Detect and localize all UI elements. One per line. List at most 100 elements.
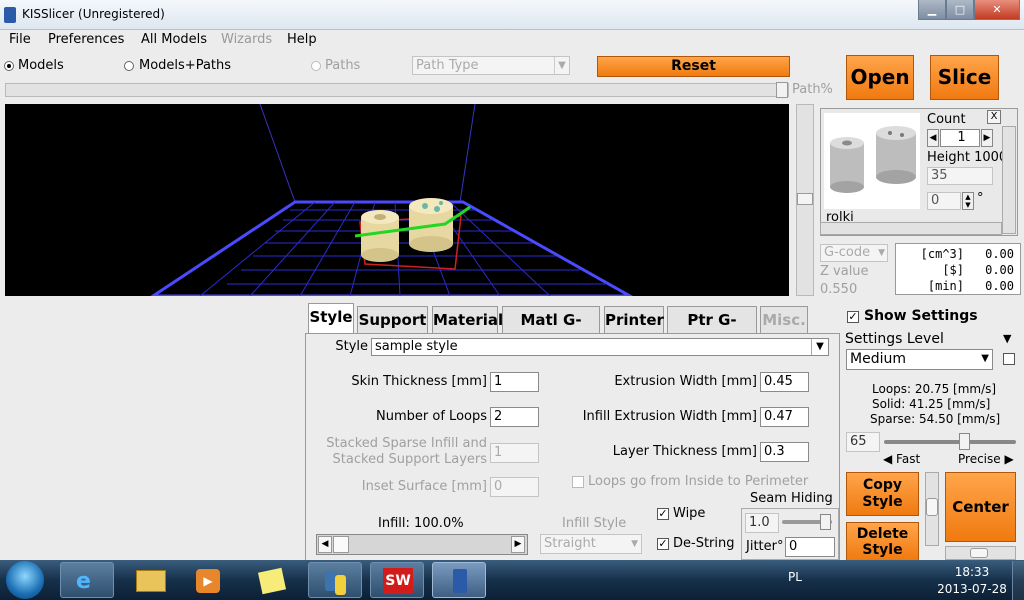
models-paths-radio[interactable] xyxy=(124,61,134,71)
clock-time[interactable]: 18:33 xyxy=(942,565,1002,579)
chevron-down-icon: ▼ xyxy=(631,539,638,549)
tab-style[interactable]: Style xyxy=(308,303,354,334)
inset-surface-input[interactable]: 0 xyxy=(490,477,539,497)
delete-style-button[interactable]: Delete Style xyxy=(846,522,919,560)
collapse-arrow-icon[interactable]: ▼ xyxy=(1003,332,1011,345)
copy-style-label-1: Copy xyxy=(862,477,903,493)
infill-left-arrow[interactable]: ◀ xyxy=(318,536,332,553)
loops-speed-text: Loops: 20.75 [mm/s] xyxy=(872,382,997,396)
tab-ptr-gcode[interactable]: Ptr G-code xyxy=(667,306,757,356)
gcode-select[interactable]: G-code ▼ xyxy=(820,244,888,262)
speed-slider-thumb[interactable] xyxy=(959,433,970,450)
path-slider[interactable] xyxy=(5,83,789,97)
speed-value-input[interactable]: 65 xyxy=(846,432,880,452)
cost-unit: [$] xyxy=(942,263,964,277)
menu-help[interactable]: Help xyxy=(287,32,317,47)
models-paths-radio-label: Models+Paths xyxy=(139,58,232,73)
media-player-icon[interactable]: ▶ xyxy=(182,562,236,598)
python-icon[interactable] xyxy=(308,562,362,598)
model-thumbnail[interactable] xyxy=(824,113,920,209)
seam-slider-thumb[interactable] xyxy=(820,514,831,530)
copy-style-button[interactable]: Copy Style xyxy=(846,472,919,516)
infill-right-arrow[interactable]: ▶ xyxy=(511,536,525,553)
close-button[interactable]: ✕ xyxy=(974,0,1020,20)
internet-explorer-icon[interactable]: e xyxy=(60,562,114,598)
path-slider-thumb[interactable] xyxy=(776,82,788,98)
infill-scroll-thumb[interactable] xyxy=(333,536,349,553)
window-title: KISSlicer (Unregistered) xyxy=(22,7,165,21)
file-explorer-icon[interactable] xyxy=(124,562,178,598)
destring-label: De-String xyxy=(673,536,735,551)
rotation-input[interactable]: 0 xyxy=(927,192,961,210)
z-value-label: Z value xyxy=(820,264,869,279)
speed-slider[interactable] xyxy=(884,440,1016,444)
infill-style-select[interactable]: Straight ▼ xyxy=(540,534,642,554)
solidworks-icon[interactable]: SW xyxy=(370,562,424,598)
show-settings-label: Show Settings xyxy=(864,308,978,324)
slice-button-label: Slice xyxy=(937,65,992,89)
jitter-input[interactable]: 0 xyxy=(785,537,835,557)
show-settings-checkbox[interactable]: ✓ xyxy=(847,311,859,323)
count-increment-button[interactable]: ▶ xyxy=(981,129,993,147)
settings-extra-checkbox[interactable] xyxy=(1003,353,1015,365)
stacked-infill-input[interactable]: 1 xyxy=(490,443,539,463)
infill-style-label: Infill Style xyxy=(562,516,627,531)
tab-printer[interactable]: Printer xyxy=(604,306,664,334)
estimate-box: [cm^3] 0.00 [$] 0.00 [min] 0.00 xyxy=(895,243,1021,295)
wipe-checkbox[interactable]: ✓ xyxy=(657,508,669,520)
seam-hiding-label: Seam Hiding xyxy=(750,491,833,506)
number-of-loops-input[interactable]: 2 xyxy=(490,407,539,427)
models-radio[interactable] xyxy=(4,61,14,71)
kisslicer-taskbar-icon[interactable] xyxy=(432,562,486,598)
menu-preferences[interactable]: Preferences xyxy=(48,32,124,47)
rotation-spinner[interactable]: ▲ ▼ xyxy=(962,192,974,210)
extrusion-width-input[interactable]: 0.45 xyxy=(760,372,809,392)
open-button[interactable]: Open xyxy=(846,55,914,100)
minimize-button[interactable]: ▁ xyxy=(918,0,946,20)
count-decrement-button[interactable]: ◀ xyxy=(927,129,939,147)
remove-model-button[interactable]: X xyxy=(987,110,1001,124)
reset-button[interactable]: Reset xyxy=(597,56,790,77)
menu-wizards[interactable]: Wizards xyxy=(221,32,272,47)
3d-viewport[interactable] xyxy=(5,104,789,296)
style-buttons-scroll-thumb[interactable] xyxy=(926,498,938,516)
start-button[interactable] xyxy=(6,561,44,599)
show-desktop-button[interactable] xyxy=(1012,561,1024,600)
path-type-select[interactable]: Path Type xyxy=(412,56,570,75)
maximize-button[interactable]: □ xyxy=(946,0,974,20)
path-slider-label: Path% xyxy=(792,82,833,97)
precise-label: Precise ▶ xyxy=(958,452,1014,466)
layer-slider-thumb[interactable] xyxy=(797,193,813,205)
loops-inside-checkbox[interactable] xyxy=(572,476,584,488)
skin-thickness-input[interactable]: 1 xyxy=(490,372,539,392)
tab-matl-gcode[interactable]: Matl G-code xyxy=(502,306,600,356)
layer-thickness-input[interactable]: 0.3 xyxy=(760,442,809,462)
loops-inside-label: Loops go from Inside to Perimeter xyxy=(588,474,809,489)
destring-checkbox[interactable]: ✓ xyxy=(657,538,669,550)
infill-extrusion-width-input[interactable]: 0.47 xyxy=(760,407,809,427)
slice-button[interactable]: Slice xyxy=(930,55,999,100)
tab-material[interactable]: Material xyxy=(432,306,503,334)
degree-symbol: ° xyxy=(977,191,984,206)
gcode-select-value: G-code xyxy=(824,245,871,260)
menu-all-models[interactable]: All Models xyxy=(141,32,207,47)
chevron-down-icon: ▼ xyxy=(811,339,828,355)
language-indicator[interactable]: PL xyxy=(788,570,802,584)
bottom-scroll-thumb[interactable] xyxy=(970,548,988,558)
settings-level-select[interactable]: Medium ▼ xyxy=(846,349,993,370)
extrusion-width-label: Extrusion Width [mm] xyxy=(614,374,757,389)
wipe-label: Wipe xyxy=(673,506,706,521)
style-select[interactable]: sample style xyxy=(371,338,829,356)
height-input[interactable]: 35 xyxy=(927,167,993,185)
model-list-hscroll[interactable] xyxy=(820,222,1002,235)
clock-date[interactable]: 2013-07-28 xyxy=(936,582,1008,596)
seam-value-input[interactable]: 1.0 xyxy=(745,513,779,533)
menu-file[interactable]: File xyxy=(9,32,31,47)
center-button[interactable]: Center xyxy=(945,472,1016,542)
paths-radio[interactable] xyxy=(311,61,321,71)
model-list-scrollbar[interactable] xyxy=(1002,126,1016,234)
tab-misc[interactable]: Misc. xyxy=(760,306,808,334)
tab-support[interactable]: Support xyxy=(357,306,428,334)
count-input[interactable]: 1 xyxy=(940,129,980,147)
sticky-notes-icon[interactable] xyxy=(246,562,300,598)
